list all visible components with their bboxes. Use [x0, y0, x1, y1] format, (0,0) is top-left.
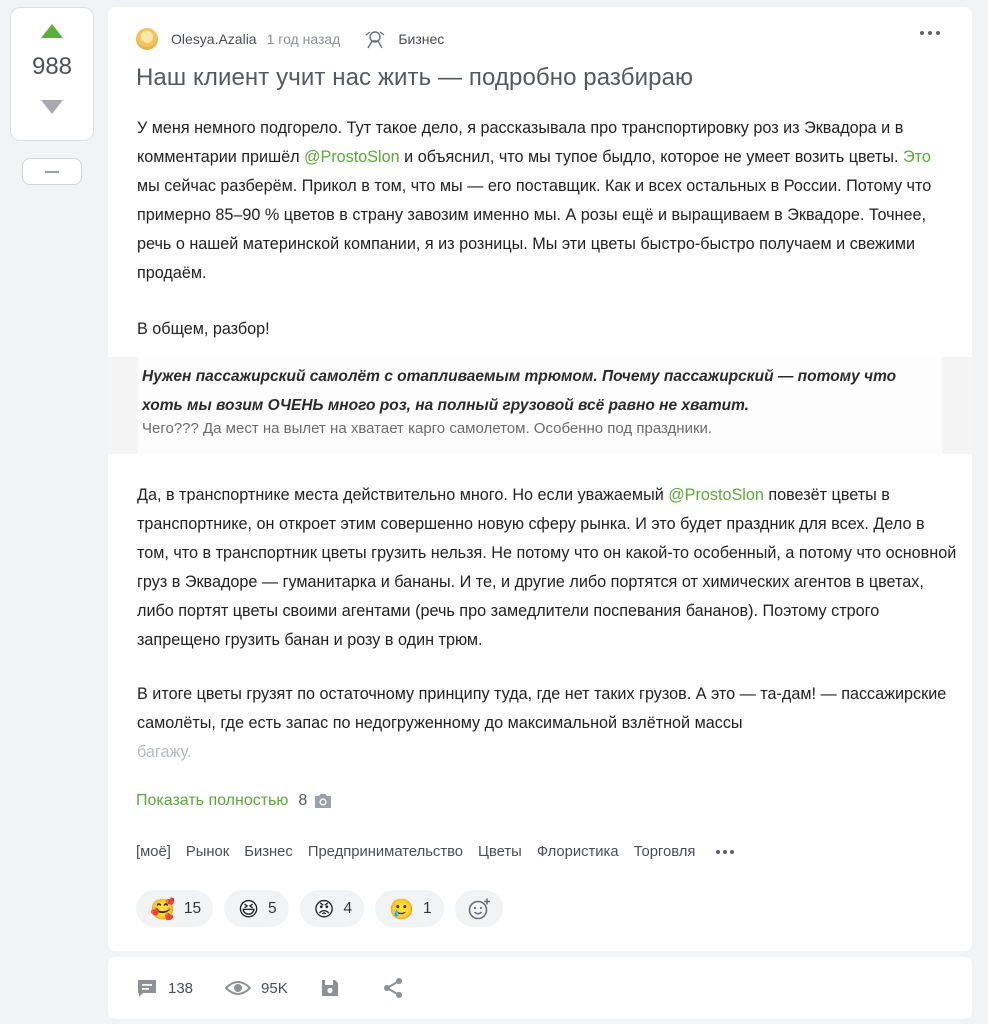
tearful-smile-icon: 🥲 [389, 896, 415, 921]
paragraph: В итоге цветы грузят по остаточному прин… [137, 680, 957, 767]
post-card: Olesya.Azalia 1 год назад Бизнес Наш кли… [108, 7, 972, 951]
author-name[interactable]: Olesya.Azalia [171, 31, 257, 47]
reaction-smiling-hearts[interactable]: 🥰 15 [136, 890, 214, 927]
inline-link[interactable]: Это [903, 148, 931, 166]
paragraph-text: Да, в транспортнике места действительно … [137, 486, 669, 504]
author-avatar[interactable] [136, 28, 158, 50]
camera-icon [315, 794, 332, 808]
community-icon[interactable] [364, 28, 386, 50]
save-button[interactable] [320, 978, 350, 998]
images-count: 8 [298, 792, 308, 809]
paragraph-text: и объяснил, что мы тупое быдло, которое … [399, 148, 903, 166]
reactions-bar: 🥰 15 😆 5 😡 4 🥲 1 [136, 890, 503, 927]
tag[interactable]: Предпринимательство [308, 844, 463, 860]
reaction-count: 4 [343, 899, 353, 917]
paragraph-text: повезёт цветы в транспортнике, он открое… [137, 486, 957, 649]
quote-screenshot[interactable]: Нужен пассажирский самолёт с отапливаемы… [108, 357, 972, 454]
paragraph: У меня немного подгорело. Тут такое дело… [137, 114, 957, 288]
post-title[interactable]: Наш клиент учит нас жить — подробно разб… [136, 64, 693, 92]
reaction-angry[interactable]: 😡 4 [299, 890, 365, 927]
quote-reply-text: Чего??? Да мест на вылет на хватает карг… [142, 420, 713, 437]
post-footer: 138 95K [108, 957, 972, 1019]
share-button[interactable] [382, 977, 414, 999]
paragraph: В общем, разбор! [137, 320, 270, 338]
post-time[interactable]: 1 год назад [267, 31, 341, 47]
tag[interactable]: Рынок [186, 844, 229, 860]
quote-bold-text: Нужен пассажирский самолёт с отапливаемы… [142, 368, 897, 414]
tag[interactable]: Торговля [634, 844, 696, 860]
collapse-button[interactable] [22, 158, 82, 185]
add-reaction-icon [468, 898, 490, 919]
comments-button[interactable]: 138 [136, 978, 193, 998]
tag[interactable]: Флористика [537, 844, 619, 860]
views-counter: 95K [225, 979, 288, 997]
more-tags-icon[interactable] [716, 850, 735, 854]
reaction-laughing[interactable]: 😆 5 [224, 890, 289, 927]
show-more-link[interactable]: Показать полностью [136, 792, 288, 810]
smiling-hearts-icon: 🥰 [150, 896, 175, 921]
tag[interactable]: Цветы [478, 844, 522, 860]
paragraph: Да, в транспортнике места действительно … [137, 481, 957, 655]
downvote-arrow-icon[interactable] [41, 100, 63, 114]
post-meta: Olesya.Azalia 1 год назад Бизнес [136, 28, 444, 50]
tag[interactable]: Бизнес [244, 844, 293, 860]
paragraph-faded-text: багажу. [137, 743, 192, 761]
more-options-icon[interactable] [920, 31, 940, 35]
show-more: Показать полностью 8 [136, 792, 333, 810]
views-count: 95K [261, 979, 288, 997]
paragraph-text: мы сейчас разберём. Прикол в том, что мы… [137, 177, 932, 282]
mention-link[interactable]: @ProstoSlon [304, 148, 400, 166]
add-reaction-button[interactable] [454, 890, 503, 927]
reaction-count: 1 [423, 899, 432, 917]
angry-face-icon: 😡 [313, 896, 335, 921]
community-name[interactable]: Бизнес [398, 31, 444, 47]
reaction-count: 15 [183, 899, 202, 917]
paragraph-text: В итоге цветы грузят по остаточному прин… [137, 685, 947, 732]
vote-count: 988 [31, 53, 73, 80]
mention-link[interactable]: @ProstoSlon [668, 486, 764, 504]
eye-icon [225, 981, 252, 995]
reaction-count: 5 [268, 899, 277, 917]
comment-icon [138, 980, 156, 997]
tags-list: [моё] Рынок Бизнес Предпринимательство Ц… [136, 844, 735, 860]
minus-icon [45, 170, 59, 173]
comments-count: 138 [168, 979, 194, 997]
vote-panel: 988 [10, 7, 94, 141]
share-icon [383, 978, 402, 998]
laughing-face-icon: 😆 [238, 896, 260, 921]
tag[interactable]: [моё] [136, 844, 171, 860]
upvote-arrow-icon[interactable] [41, 24, 63, 38]
save-icon [321, 980, 338, 996]
reaction-tearful[interactable]: 🥲 1 [375, 890, 444, 927]
